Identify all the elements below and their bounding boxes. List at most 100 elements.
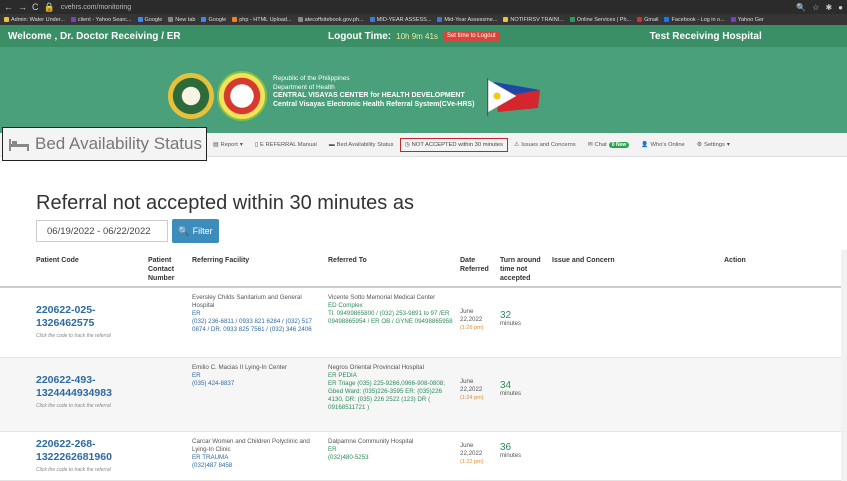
th-referring-facility: Referring Facility: [192, 257, 250, 264]
patient-code-cell: 220622-025-1326462575 Click the code to …: [36, 304, 148, 340]
bookmark-label: Mid-Year Assessme...: [444, 16, 498, 23]
address-bar[interactable]: cvehrs.com/monitoring: [61, 4, 791, 11]
th-action: Action: [724, 257, 746, 264]
nav-not-accepted-label: NOT ACCEPTED within 30 minutes: [411, 142, 504, 148]
bookmark-item[interactable]: Admin: Water Under...: [4, 17, 65, 23]
profile-icon[interactable]: ●: [838, 3, 843, 12]
bookmark-item[interactable]: Google: [201, 17, 226, 23]
banner-line-2: Department of Health: [273, 83, 335, 91]
bookmark-favicon-icon: [201, 17, 207, 22]
referring-contact: (032)487 8458: [192, 462, 233, 469]
turnaround-cell: 32 minutes: [500, 311, 548, 328]
bookmark-item[interactable]: php - HTML Upload...: [232, 16, 292, 23]
bookmark-label: Admin: Water Under...: [11, 16, 65, 23]
search-icon: 🔍: [178, 225, 190, 236]
turnaround-unit: minutes: [500, 321, 522, 327]
search-icon[interactable]: 🔍: [796, 3, 806, 12]
clock-icon: ◷: [404, 142, 410, 148]
bookmark-item[interactable]: Online Services | Ph...: [569, 17, 631, 23]
bookmark-label: atecoffsitebook.gov.ph...: [304, 16, 364, 23]
referring-department: ER TRAUMA: [192, 454, 229, 461]
th-date-referred: Date Referred: [460, 257, 489, 273]
patient-code-link[interactable]: 220622-268-1322262681960: [36, 438, 148, 464]
bookmark-item[interactable]: Yahoo Ger: [730, 16, 764, 23]
bookmarks-bar: Admin: Water Under... client - Yahoo Sear…: [0, 14, 847, 25]
time-referred: (1:22 pm): [460, 459, 484, 465]
set-logout-button[interactable]: Set time to Logout: [442, 31, 500, 41]
bookmark-item[interactable]: Gmail: [637, 17, 658, 23]
referring-facility-cell: Eversley Childs Sanitarium and General H…: [192, 294, 324, 334]
bookmark-item[interactable]: Google: [137, 16, 163, 23]
bookmark-label: php - HTML Upload...: [239, 16, 292, 23]
patient-code-cell: 220622-493-1324444934983 Click the code …: [36, 374, 148, 410]
bookmark-favicon-icon: [437, 17, 443, 22]
referred-to-name: Negros Oriental Provincial Hospital: [328, 364, 424, 371]
nav-issues-label: Issues and Concerns: [521, 142, 576, 148]
bookmark-item[interactable]: New tab: [168, 17, 195, 23]
nav-chat[interactable]: ✉ Chat 0 New: [582, 142, 636, 148]
chd-seal-icon: [217, 71, 267, 121]
chevron-down-icon: ▾: [239, 142, 243, 148]
table-row: 220622-493-1324444934983 Click the code …: [0, 358, 847, 432]
browser-right-icons: 🔍 ☆ ✱ ●: [796, 3, 843, 12]
lock-icon: 🔒: [43, 1, 55, 12]
bookmark-favicon-icon: [369, 17, 375, 22]
date-referred: June 22,2022: [460, 442, 483, 457]
referred-to-department: ED Complex: [328, 302, 363, 309]
bed-availability-status-callout[interactable]: Bed Availability Status: [2, 127, 207, 161]
reload-icon[interactable]: C: [32, 2, 39, 13]
chevron-down-icon: ▾: [726, 142, 730, 148]
hospital-name: Test Receiving Hospital: [649, 30, 762, 42]
bookmark-item[interactable]: Facebook - Log in o...: [664, 17, 725, 23]
nav-manual[interactable]: ▯ E REFERRAL Manual: [249, 142, 323, 148]
bookmark-label: Google: [144, 16, 163, 23]
turnaround-minutes: 34: [500, 380, 512, 391]
referring-facility-cell: Emilio C. Macias II Lying-In Center ER (…: [192, 364, 324, 388]
nav-bed-availability[interactable]: ▬ Bed Availability Status: [323, 142, 400, 148]
patient-code-link[interactable]: 220622-025-1326462575: [36, 304, 148, 330]
page-scrollbar[interactable]: [841, 250, 847, 481]
time-referred: (1:24 pm): [460, 395, 484, 401]
nav-report[interactable]: ▤ Report ▾: [207, 142, 249, 148]
bookmark-item[interactable]: atecoffsitebook.gov.ph...: [297, 16, 364, 23]
bookmark-favicon-icon: [70, 17, 76, 22]
filter-button[interactable]: 🔍 Filter: [172, 219, 219, 243]
bookmark-item[interactable]: MID-YEAR ASSESS...: [369, 16, 432, 23]
chat-icon: ✉: [587, 142, 593, 148]
referred-to-name: Dalpamne Community Hospital: [328, 438, 414, 445]
extensions-icon[interactable]: ✱: [825, 3, 832, 12]
referred-to-contact: Tl. 09499865800 / (032) 253-9891 to 97 /…: [328, 310, 453, 325]
nav-settings[interactable]: ⚙ Settings ▾: [691, 142, 736, 148]
bookmark-item[interactable]: NOTIFIRSV TRAINI...: [503, 16, 564, 23]
bookmark-item[interactable]: Mid-Year Assessme...: [437, 17, 497, 23]
nav-issues[interactable]: ⚠ Issues and Concerns: [508, 142, 582, 148]
nav-whos-online-label: Who's Online: [650, 142, 685, 148]
th-patient-code: Patient Code: [36, 257, 79, 264]
forward-icon[interactable]: →: [18, 2, 27, 13]
referred-to-contact: ER Triage (035) 225-9266,0966-908-0808; …: [328, 380, 445, 411]
bookmark-label: NOTIFIRSV TRAINI...: [510, 16, 564, 23]
nav-not-accepted[interactable]: ◷ NOT ACCEPTED within 30 minutes: [399, 138, 509, 152]
turnaround-cell: 34 minutes: [500, 380, 548, 398]
nav-whos-online[interactable]: 👤 Who's Online: [635, 142, 691, 148]
bed-icon: ▬: [328, 142, 335, 148]
bookmark-favicon-icon: [297, 17, 303, 22]
users-icon: 👤: [641, 142, 649, 148]
page-title: Referral not accepted within 30 minutes …: [36, 192, 414, 214]
referring-facility-name: Eversley Childs Sanitarium and General H…: [192, 294, 302, 309]
turnaround-cell: 36 minutes: [500, 443, 548, 460]
bookmark-item[interactable]: client - Yahoo Searc...: [70, 16, 132, 23]
track-hint: Click the code to track the referral: [36, 333, 111, 339]
patient-code-link[interactable]: 220622-493-1324444934983: [36, 374, 148, 400]
bookmark-label: MID-YEAR ASSESS...: [376, 16, 432, 23]
th-turnaround: Turn around time not accepted: [500, 257, 541, 282]
th-issue: Issue and Concern: [552, 257, 615, 264]
bookmark-favicon-icon: [232, 17, 238, 22]
bookmark-label: client - Yahoo Searc...: [77, 16, 132, 23]
bookmark-favicon-icon: [137, 17, 143, 22]
back-icon[interactable]: ←: [4, 2, 13, 13]
date-range-input[interactable]: 06/19/2022 - 06/22/2022: [36, 220, 168, 242]
bookmark-label: Yahoo Ger: [737, 16, 764, 23]
nav-bed-label: Bed Availability Status: [336, 142, 394, 148]
star-icon[interactable]: ☆: [812, 3, 819, 12]
